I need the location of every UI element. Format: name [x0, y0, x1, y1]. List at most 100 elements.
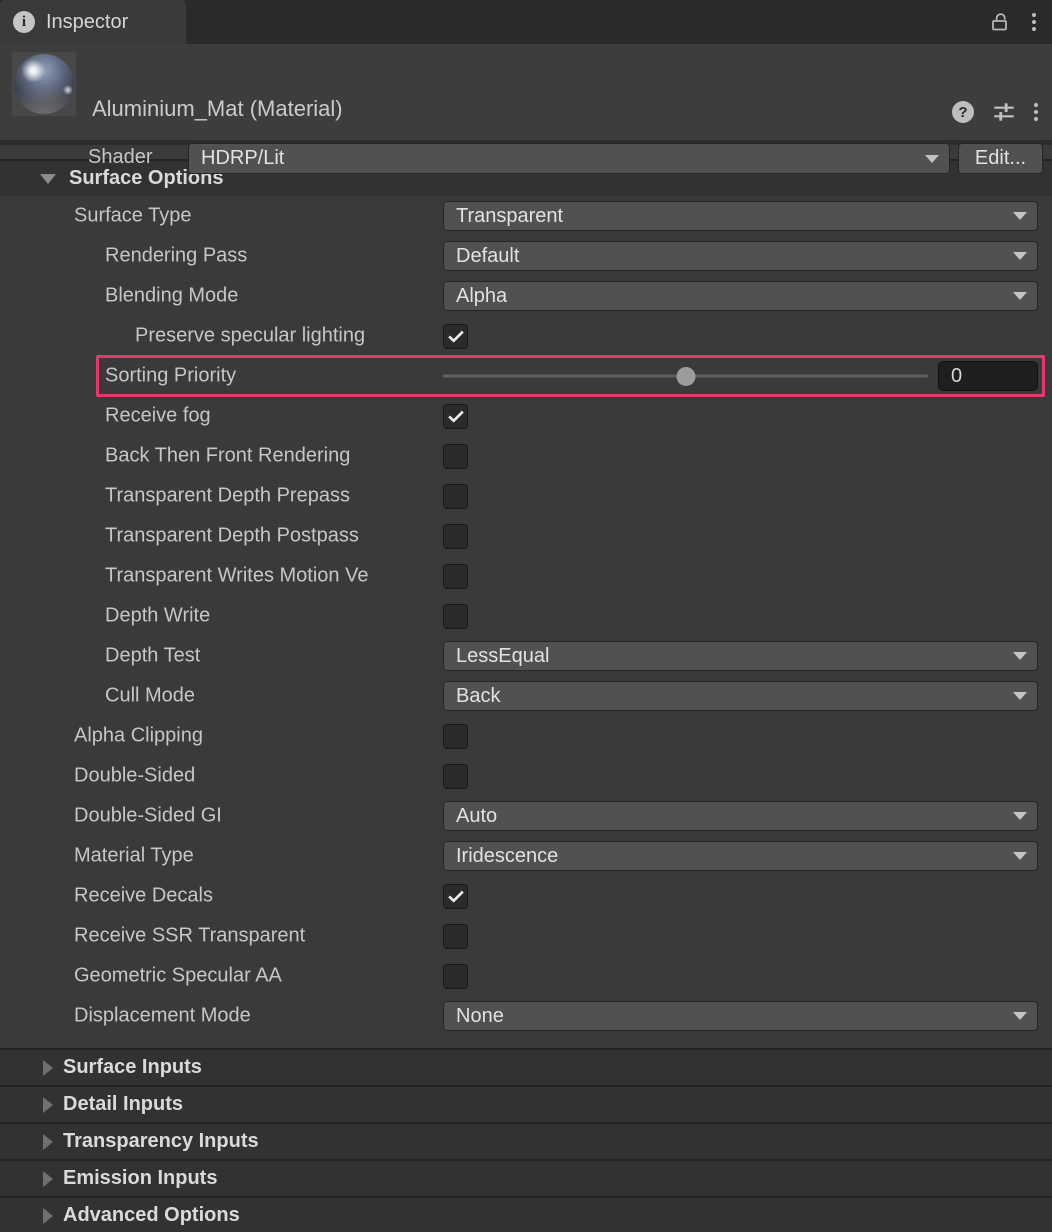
foldout-closed-icon [43, 1097, 53, 1113]
double-sided-gi-dropdown[interactable]: Auto [443, 801, 1038, 831]
sorting-priority-label: Sorting Priority [105, 365, 236, 388]
double-sided-label: Double-Sided [74, 765, 195, 788]
material-header: Aluminium_Mat (Material) ? Shader HDRP/L… [0, 44, 1052, 145]
depth-test-label: Depth Test [105, 645, 200, 668]
row-transparent-writes-motion-ve: Transparent Writes Motion Ve [0, 556, 1052, 596]
material-sphere-preview[interactable] [12, 52, 76, 116]
receive-decals-label: Receive Decals [74, 885, 213, 908]
row-blending-mode: Blending ModeAlpha [0, 276, 1052, 316]
receive-ssr-transparent-control [443, 916, 1038, 956]
sphere-thumbnail [14, 54, 74, 114]
depth-write-checkbox[interactable] [443, 604, 468, 629]
check-icon [448, 890, 464, 903]
receive-ssr-transparent-label: Receive SSR Transparent [74, 925, 305, 948]
row-transparent-depth-postpass: Transparent Depth Postpass [0, 516, 1052, 556]
displacement-mode-dropdown[interactable]: None [443, 1001, 1038, 1031]
row-geometric-specular-aa: Geometric Specular AA [0, 956, 1052, 996]
rendering-pass-control: Default [443, 236, 1038, 276]
row-transparent-depth-prepass: Transparent Depth Prepass [0, 476, 1052, 516]
info-icon: i [13, 11, 35, 33]
depth-write-control [443, 596, 1038, 636]
chevron-down-icon [1013, 252, 1027, 260]
material-type-label: Material Type [74, 845, 194, 868]
help-icon[interactable]: ? [952, 101, 974, 123]
section-emission-inputs[interactable]: Emission Inputs [0, 1159, 1052, 1196]
transparent-depth-postpass-control [443, 516, 1038, 556]
section-title: Transparency Inputs [63, 1130, 259, 1153]
surface-type-value: Transparent [456, 205, 563, 228]
rendering-pass-dropdown[interactable]: Default [443, 241, 1038, 271]
cull-mode-value: Back [456, 685, 500, 708]
section-title: Emission Inputs [63, 1167, 217, 1190]
presets-icon[interactable] [991, 99, 1017, 125]
row-receive-ssr-transparent: Receive SSR Transparent [0, 916, 1052, 956]
foldout-closed-icon [43, 1171, 53, 1187]
material-type-control: Iridescence [443, 836, 1038, 876]
surface-type-label: Surface Type [74, 205, 191, 228]
sorting-priority-slider[interactable] [443, 375, 928, 378]
kebab-menu-icon[interactable] [1034, 103, 1038, 121]
double-sided-checkbox[interactable] [443, 764, 468, 789]
section-advanced-options[interactable]: Advanced Options [0, 1196, 1052, 1232]
cull-mode-dropdown[interactable]: Back [443, 681, 1038, 711]
section-detail-inputs[interactable]: Detail Inputs [0, 1085, 1052, 1122]
preserve-specular-lighting-label: Preserve specular lighting [135, 325, 365, 348]
geometric-specular-aa-checkbox[interactable] [443, 964, 468, 989]
alpha-clipping-checkbox[interactable] [443, 724, 468, 749]
blending-mode-value: Alpha [456, 285, 507, 308]
unlock-icon[interactable] [988, 10, 1012, 34]
surface-type-dropdown[interactable]: Transparent [443, 201, 1038, 231]
inspector-panel: i Inspector Aluminium_Mat (Material) ? S… [0, 0, 1052, 1232]
transparent-writes-motion-ve-checkbox[interactable] [443, 564, 468, 589]
back-then-front-rendering-checkbox[interactable] [443, 444, 468, 469]
sorting-priority-control: 0 [443, 356, 1038, 396]
receive-fog-control [443, 396, 1038, 436]
receive-fog-label: Receive fog [105, 405, 211, 428]
foldout-closed-icon [43, 1134, 53, 1150]
depth-test-control: LessEqual [443, 636, 1038, 676]
surface-type-control: Transparent [443, 196, 1038, 236]
chevron-down-icon [1013, 652, 1027, 660]
receive-ssr-transparent-checkbox[interactable] [443, 924, 468, 949]
preserve-specular-lighting-checkbox[interactable] [443, 324, 468, 349]
chevron-down-icon [1013, 812, 1027, 820]
chevron-down-icon [1013, 692, 1027, 700]
depth-test-dropdown[interactable]: LessEqual [443, 641, 1038, 671]
row-back-then-front-rendering: Back Then Front Rendering [0, 436, 1052, 476]
row-depth-write: Depth Write [0, 596, 1052, 636]
tab-inspector[interactable]: i Inspector [0, 0, 186, 44]
preserve-specular-lighting-control [443, 316, 1038, 356]
receive-fog-checkbox[interactable] [443, 404, 468, 429]
shader-label: Shader [88, 146, 153, 169]
displacement-mode-label: Displacement Mode [74, 1005, 251, 1028]
transparent-depth-postpass-label: Transparent Depth Postpass [105, 525, 359, 548]
row-receive-decals: Receive Decals [0, 876, 1052, 916]
receive-decals-checkbox[interactable] [443, 884, 468, 909]
header-actions: ? [952, 99, 1038, 125]
collapsed-sections: Surface InputsDetail Inputs Transparency … [0, 1048, 1052, 1232]
geometric-specular-aa-label: Geometric Specular AA [74, 965, 282, 988]
foldout-closed-icon [43, 1208, 53, 1224]
back-then-front-rendering-control [443, 436, 1038, 476]
sorting-priority-slider-thumb[interactable] [676, 367, 695, 386]
displacement-mode-value: None [456, 1005, 504, 1028]
blending-mode-control: Alpha [443, 276, 1038, 316]
tab-title: Inspector [46, 11, 128, 34]
transparent-writes-motion-ve-control [443, 556, 1038, 596]
section-transparency-inputs[interactable]: Transparency Inputs [0, 1122, 1052, 1159]
rendering-pass-label: Rendering Pass [105, 245, 247, 268]
sorting-priority-number-field[interactable]: 0 [938, 361, 1038, 391]
material-type-dropdown[interactable]: Iridescence [443, 841, 1038, 871]
row-sorting-priority: Sorting Priority 0 [0, 356, 1052, 396]
shader-dropdown[interactable]: HDRP/Lit [188, 143, 950, 174]
material-title: Aluminium_Mat (Material) [92, 96, 343, 122]
chevron-down-icon [925, 155, 939, 163]
transparent-depth-postpass-checkbox[interactable] [443, 524, 468, 549]
chevron-down-icon [1013, 1012, 1027, 1020]
rows-sections-gap [0, 1036, 1052, 1048]
kebab-menu-icon[interactable] [1032, 13, 1036, 31]
transparent-depth-prepass-checkbox[interactable] [443, 484, 468, 509]
blending-mode-dropdown[interactable]: Alpha [443, 281, 1038, 311]
section-surface-inputs[interactable]: Surface Inputs [0, 1048, 1052, 1085]
edit-shader-button[interactable]: Edit... [958, 143, 1043, 174]
